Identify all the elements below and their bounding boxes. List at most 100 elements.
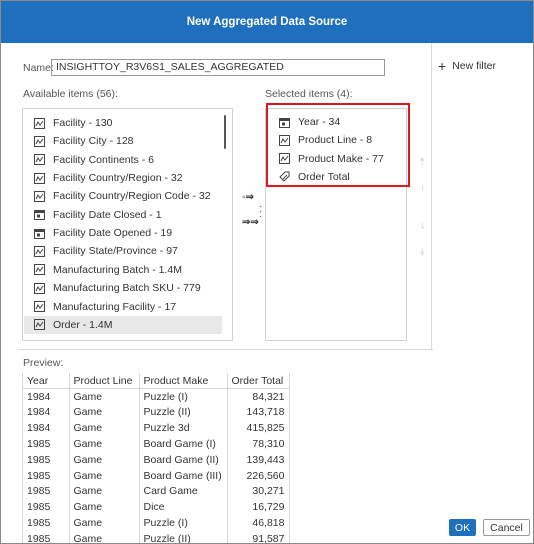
available-item[interactable]: Facility Date Opened - 19 bbox=[24, 224, 222, 242]
table-cell: 226,560 bbox=[227, 467, 290, 484]
table-cell: 78,310 bbox=[227, 436, 290, 452]
table-row: 1985 Game Card Game 30,271 bbox=[23, 483, 290, 500]
preview-table: Year Product Line Product Make Order Total … bbox=[23, 373, 290, 543]
table-cell: 1985 bbox=[23, 499, 70, 516]
available-item[interactable]: Facility Country/Region Code - 32 bbox=[24, 187, 222, 205]
measure-icon bbox=[34, 319, 45, 331]
available-items-list[interactable]: Facility - 130 Facility City - 128 Facilit… bbox=[22, 108, 233, 341]
table-row: 1985 Game Board Game (III) 226,560 bbox=[23, 467, 290, 484]
available-item-label: Facility Country/Region Code - 32 bbox=[53, 190, 211, 203]
new-filter-button[interactable]: + New filter bbox=[438, 58, 496, 74]
measure-icon bbox=[34, 245, 45, 257]
available-item-label: Manufacturing Facility - 17 bbox=[53, 300, 177, 313]
available-item-label: Facility Date Opened - 19 bbox=[53, 227, 173, 240]
table-row: 1985 Game Board Game (II) 139,443 bbox=[23, 451, 290, 468]
preview-label: Preview: bbox=[23, 357, 64, 369]
splitter-handle[interactable]: · · · bbox=[259, 202, 262, 222]
table-cell: Game bbox=[69, 404, 140, 421]
available-item-label: Facility Date Closed - 1 bbox=[53, 208, 162, 221]
available-item-label: Facility - 130 bbox=[53, 117, 113, 129]
available-item[interactable]: Facility City - 128 bbox=[24, 132, 222, 150]
available-item-label: Facility State/Province - 97 bbox=[53, 245, 178, 258]
table-row: 1985 Game Puzzle (II) 91,587 bbox=[23, 530, 290, 543]
available-item[interactable]: Facility State/Province - 97 bbox=[24, 242, 222, 260]
table-cell: 16,729 bbox=[227, 499, 290, 516]
available-item[interactable]: Facility Country/Region - 32 bbox=[24, 169, 222, 187]
table-cell: Game bbox=[69, 467, 140, 484]
selected-items-label: Selected items (4): bbox=[265, 88, 353, 100]
table-cell: 1985 bbox=[23, 515, 70, 531]
selected-items-highlight bbox=[266, 103, 410, 187]
new-aggregated-data-source-dialog: New Aggregated Data Source Name: INSIGHT… bbox=[0, 0, 534, 544]
table-row: 1985 Game Board Game (I) 78,310 bbox=[23, 436, 290, 452]
available-item[interactable]: Facility Continents - 6 bbox=[24, 151, 222, 169]
measure-icon bbox=[34, 172, 45, 184]
available-item-label: Order - 1.4M bbox=[53, 318, 113, 331]
available-item-label: Manufacturing Batch - 1.4M bbox=[53, 263, 182, 276]
available-item[interactable]: Facility Date Closed - 1 bbox=[24, 206, 222, 224]
table-row: 1985 Game Dice 16,729 bbox=[23, 499, 290, 516]
available-item-label: Facility City - 128 bbox=[53, 135, 134, 148]
table-cell: Game bbox=[69, 451, 140, 468]
table-cell: Board Game (III) bbox=[139, 467, 228, 484]
table-cell: Puzzle 3d bbox=[139, 420, 228, 437]
measure-icon bbox=[34, 135, 45, 147]
measure-icon bbox=[34, 264, 45, 276]
move-to-bottom-button[interactable]: ⤓ bbox=[420, 246, 424, 257]
available-list-scrollbar[interactable] bbox=[224, 115, 226, 149]
available-item-label: Facility Country/Region - 32 bbox=[53, 172, 183, 185]
name-field[interactable]: INSIGHTTOY_R3V6S1_SALES_AGGREGATED bbox=[51, 59, 385, 76]
table-cell: Card Game bbox=[139, 483, 228, 500]
measure-icon bbox=[34, 301, 45, 312]
move-up-button[interactable]: ↑ bbox=[420, 183, 425, 194]
available-item[interactable]: Order - 1.4M bbox=[24, 315, 222, 334]
available-item[interactable]: Manufacturing Facility - 17 bbox=[24, 298, 222, 316]
table-cell: 143,718 bbox=[227, 404, 290, 421]
table-cell: Puzzle (I) bbox=[139, 515, 228, 531]
table-cell: 1985 bbox=[23, 483, 70, 500]
table-cell: 1984 bbox=[23, 404, 70, 421]
move-down-button[interactable]: ↓ bbox=[420, 220, 425, 231]
table-cell: 46,818 bbox=[227, 515, 290, 531]
measure-icon bbox=[34, 154, 45, 166]
add-selected-button[interactable]: ◦⇒ bbox=[242, 192, 254, 203]
available-item-label: Manufacturing Batch SKU - 779 bbox=[53, 282, 201, 295]
add-all-button[interactable]: ⇒⇒ bbox=[242, 217, 259, 228]
table-cell: 84,321 bbox=[227, 388, 290, 405]
table-cell: 1985 bbox=[23, 436, 70, 452]
available-items-label: Available items (56): bbox=[23, 88, 118, 100]
table-cell: Game bbox=[69, 530, 140, 543]
vertical-divider bbox=[431, 43, 432, 349]
calendar-icon bbox=[34, 209, 45, 221]
measure-icon bbox=[34, 282, 45, 294]
ok-button[interactable]: OK bbox=[449, 519, 476, 536]
preview-table-container[interactable]: Year Product Line Product Make Order Total … bbox=[22, 373, 428, 543]
table-cell: Puzzle (I) bbox=[139, 388, 228, 405]
dialog-title: New Aggregated Data Source bbox=[1, 1, 533, 43]
available-item[interactable]: Manufacturing Batch SKU - 779 bbox=[24, 279, 222, 297]
measure-icon bbox=[34, 117, 45, 129]
preview-column-header[interactable]: Order Total bbox=[227, 373, 290, 390]
new-filter-label: New filter bbox=[452, 60, 496, 72]
available-item[interactable]: Facility - 130 bbox=[24, 114, 222, 132]
cancel-button[interactable]: Cancel bbox=[483, 519, 530, 536]
preview-column-header[interactable]: Year bbox=[23, 373, 70, 390]
measure-icon bbox=[34, 190, 45, 202]
table-row: 1984 Game Puzzle 3d 415,825 bbox=[23, 420, 290, 437]
table-cell: 1984 bbox=[23, 420, 70, 437]
table-cell: Game bbox=[69, 420, 140, 437]
table-cell: Game bbox=[69, 436, 140, 452]
available-item[interactable]: Manufacturing Batch - 1.4M bbox=[24, 261, 222, 279]
table-cell: Game bbox=[69, 515, 140, 531]
preview-column-header[interactable]: Product Make bbox=[139, 373, 228, 390]
preview-column-header[interactable]: Product Line bbox=[69, 373, 140, 390]
table-cell: Board Game (I) bbox=[139, 436, 228, 452]
move-to-top-button[interactable]: ⤒ bbox=[420, 157, 424, 168]
table-cell: Game bbox=[69, 388, 140, 405]
table-cell: Board Game (II) bbox=[139, 451, 228, 468]
table-cell: 415,825 bbox=[227, 420, 290, 437]
plus-icon: + bbox=[438, 58, 447, 74]
table-row: 1985 Game Puzzle (I) 46,818 bbox=[23, 515, 290, 531]
table-cell: 30,271 bbox=[227, 483, 290, 500]
table-cell: Dice bbox=[139, 499, 228, 516]
